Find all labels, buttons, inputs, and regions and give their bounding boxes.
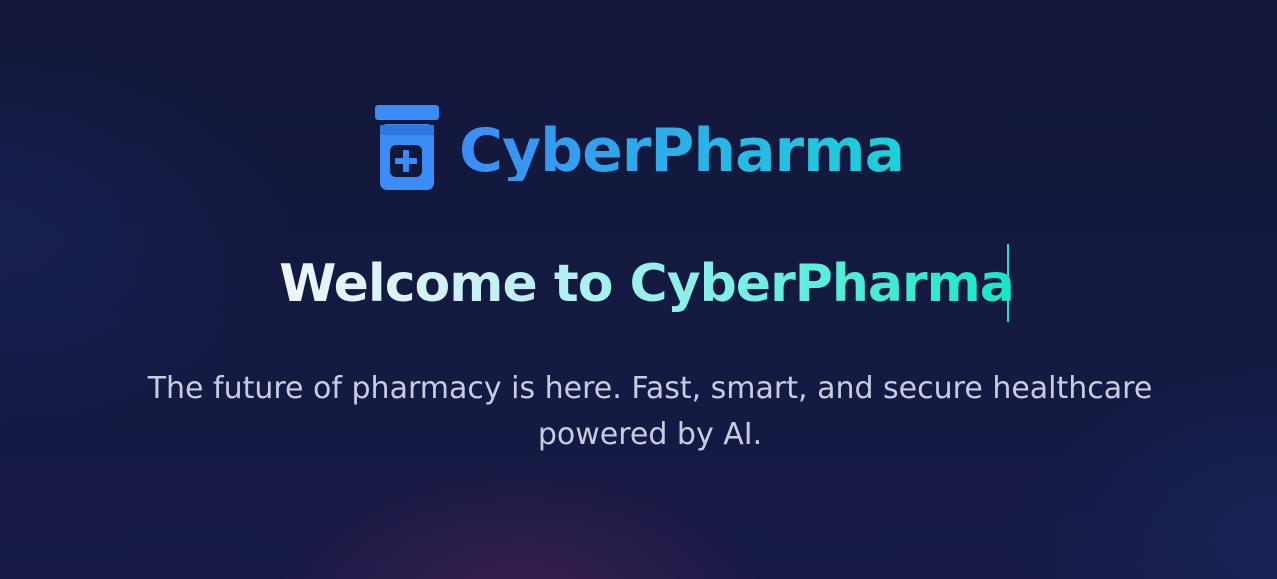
brand-name: CyberPharma [459,116,905,186]
typing-caret [1006,244,1009,322]
hero-subtitle-line-2: powered by AI. [537,417,763,452]
brand-logo[interactable]: CyberPharma [375,104,905,194]
hero-title-text: Welcome to CyberPharma [279,248,1018,320]
hero-subtitle-line-1: The future of pharmacy is here. Fast, sm… [147,371,1153,406]
hero-section: CyberPharma Welcome to CyberPharma The f… [0,0,1277,579]
hero-title: Welcome to CyberPharma [0,244,1277,326]
hero-subtitle: The future of pharmacy is here. Fast, sm… [100,366,1200,458]
pill-bottle-icon [375,105,439,190]
